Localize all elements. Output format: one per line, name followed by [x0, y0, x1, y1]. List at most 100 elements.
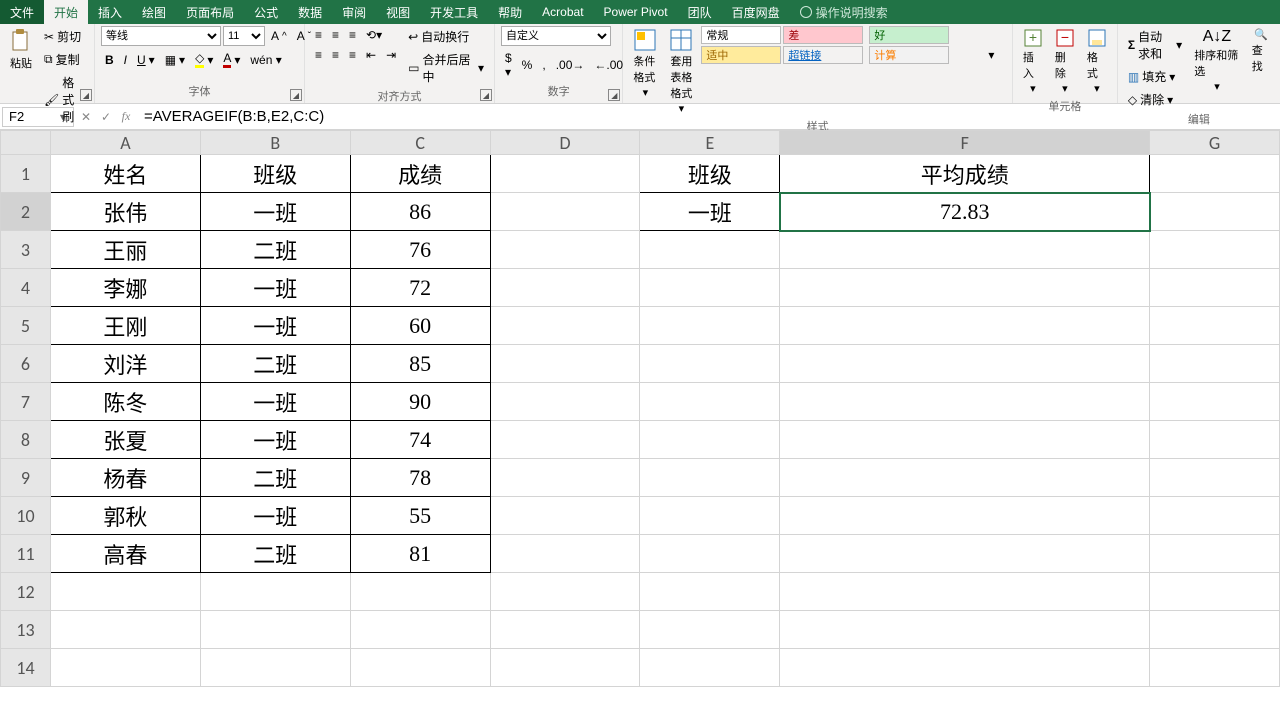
cut-button[interactable]: ✂剪切 [40, 26, 88, 47]
number-dialog-launcher[interactable]: ◢ [608, 89, 620, 101]
cell-G11[interactable] [1150, 535, 1280, 573]
col-header-B[interactable]: B [200, 131, 350, 155]
cell-E11[interactable] [640, 535, 780, 573]
cell-E10[interactable] [640, 497, 780, 535]
cell-E1[interactable]: 班级 [640, 155, 780, 193]
fill-button[interactable]: ▥填充 ▾ [1124, 66, 1186, 87]
cell-D14[interactable] [490, 649, 640, 687]
decrease-decimal-button[interactable]: ←.00 [590, 56, 627, 74]
style-normal[interactable]: 常规 [701, 26, 781, 44]
row-header-4[interactable]: 4 [1, 269, 51, 307]
cell-C5[interactable]: 60 [350, 307, 490, 345]
indent-dec-button[interactable]: ⇤ [362, 46, 380, 64]
cell-styles-gallery[interactable]: 常规 差 适中 超链接 [701, 26, 863, 64]
cell-E9[interactable] [640, 459, 780, 497]
row-header-7[interactable]: 7 [1, 383, 51, 421]
cell-B1[interactable]: 班级 [200, 155, 350, 193]
clear-button[interactable]: ◇清除 ▾ [1124, 89, 1186, 110]
cell-F8[interactable] [780, 421, 1150, 459]
bold-button[interactable]: B [101, 51, 118, 69]
cell-C3[interactable]: 76 [350, 231, 490, 269]
cell-G6[interactable] [1150, 345, 1280, 383]
cell-C6[interactable]: 85 [350, 345, 490, 383]
col-header-G[interactable]: G [1150, 131, 1280, 155]
cell-B13[interactable] [200, 611, 350, 649]
cell-D8[interactable] [490, 421, 640, 459]
cell-G14[interactable] [1150, 649, 1280, 687]
cell-B9[interactable]: 二班 [200, 459, 350, 497]
cell-G10[interactable] [1150, 497, 1280, 535]
cell-F3[interactable] [780, 231, 1150, 269]
cell-F13[interactable] [780, 611, 1150, 649]
underline-button[interactable]: U ▾ [133, 51, 159, 69]
cell-E8[interactable] [640, 421, 780, 459]
cell-G13[interactable] [1150, 611, 1280, 649]
cell-C14[interactable] [350, 649, 490, 687]
tab-acrobat[interactable]: Acrobat [532, 0, 593, 24]
cell-G12[interactable] [1150, 573, 1280, 611]
cell-E5[interactable] [640, 307, 780, 345]
fill-color-button[interactable]: ◇▾ [191, 49, 217, 70]
cell-B10[interactable]: 一班 [200, 497, 350, 535]
cell-G2[interactable] [1150, 193, 1280, 231]
cell-D4[interactable] [490, 269, 640, 307]
cell-C2[interactable]: 86 [350, 193, 490, 231]
cell-D5[interactable] [490, 307, 640, 345]
col-header-F[interactable]: F [780, 131, 1150, 155]
row-header-10[interactable]: 10 [1, 497, 51, 535]
font-size-combo[interactable]: 11 [223, 26, 265, 46]
cell-C7[interactable]: 90 [350, 383, 490, 421]
cell-E6[interactable] [640, 345, 780, 383]
cell-C13[interactable] [350, 611, 490, 649]
align-right-button[interactable]: ≡ [345, 46, 360, 64]
style-bad[interactable]: 差 [783, 26, 863, 44]
tab-file[interactable]: 文件 [0, 0, 44, 24]
clipboard-dialog-launcher[interactable]: ◢ [80, 89, 92, 101]
border-button[interactable]: ▦▾ [161, 51, 189, 69]
align-left-button[interactable]: ≡ [311, 46, 326, 64]
tab-powerpivot[interactable]: Power Pivot [594, 0, 678, 24]
wrap-text-button[interactable]: ↩自动换行 [404, 26, 488, 47]
cell-E3[interactable] [640, 231, 780, 269]
row-header-3[interactable]: 3 [1, 231, 51, 269]
cell-G1[interactable] [1150, 155, 1280, 193]
select-all-corner[interactable] [1, 131, 51, 155]
cell-C11[interactable]: 81 [350, 535, 490, 573]
row-header-9[interactable]: 9 [1, 459, 51, 497]
cell-A11[interactable]: 高春 [50, 535, 200, 573]
cell-C12[interactable] [350, 573, 490, 611]
currency-button[interactable]: $ ▾ [501, 49, 516, 81]
cell-B6[interactable]: 二班 [200, 345, 350, 383]
col-header-A[interactable]: A [50, 131, 200, 155]
phonetic-button[interactable]: wén ▾ [246, 51, 285, 69]
cell-D1[interactable] [490, 155, 640, 193]
cell-A9[interactable]: 杨春 [50, 459, 200, 497]
cell-A1[interactable]: 姓名 [50, 155, 200, 193]
cell-F14[interactable] [780, 649, 1150, 687]
row-header-12[interactable]: 12 [1, 573, 51, 611]
cell-E7[interactable] [640, 383, 780, 421]
increase-decimal-button[interactable]: .00→ [552, 56, 589, 74]
cell-G4[interactable] [1150, 269, 1280, 307]
autosum-button[interactable]: Σ 自动求和 ▾ [1124, 26, 1186, 64]
comma-button[interactable]: , [538, 56, 549, 74]
cell-B11[interactable]: 二班 [200, 535, 350, 573]
cell-A12[interactable] [50, 573, 200, 611]
cell-C1[interactable]: 成绩 [350, 155, 490, 193]
cell-A4[interactable]: 李娜 [50, 269, 200, 307]
tab-baidu[interactable]: 百度网盘 [722, 0, 790, 24]
cell-D13[interactable] [490, 611, 640, 649]
number-format-combo[interactable]: 自定义 [501, 26, 611, 46]
font-name-combo[interactable]: 等线 [101, 26, 221, 46]
cell-F11[interactable] [780, 535, 1150, 573]
cell-B7[interactable]: 一班 [200, 383, 350, 421]
tab-view[interactable]: 视图 [376, 0, 420, 24]
row-header-14[interactable]: 14 [1, 649, 51, 687]
cell-A3[interactable]: 王丽 [50, 231, 200, 269]
cell-A13[interactable] [50, 611, 200, 649]
insert-function-button[interactable]: fx [116, 109, 136, 124]
tab-home[interactable]: 开始 [44, 0, 88, 24]
cell-F6[interactable] [780, 345, 1150, 383]
cell-F12[interactable] [780, 573, 1150, 611]
merge-center-button[interactable]: ▭合并后居中 ▾ [404, 49, 488, 87]
